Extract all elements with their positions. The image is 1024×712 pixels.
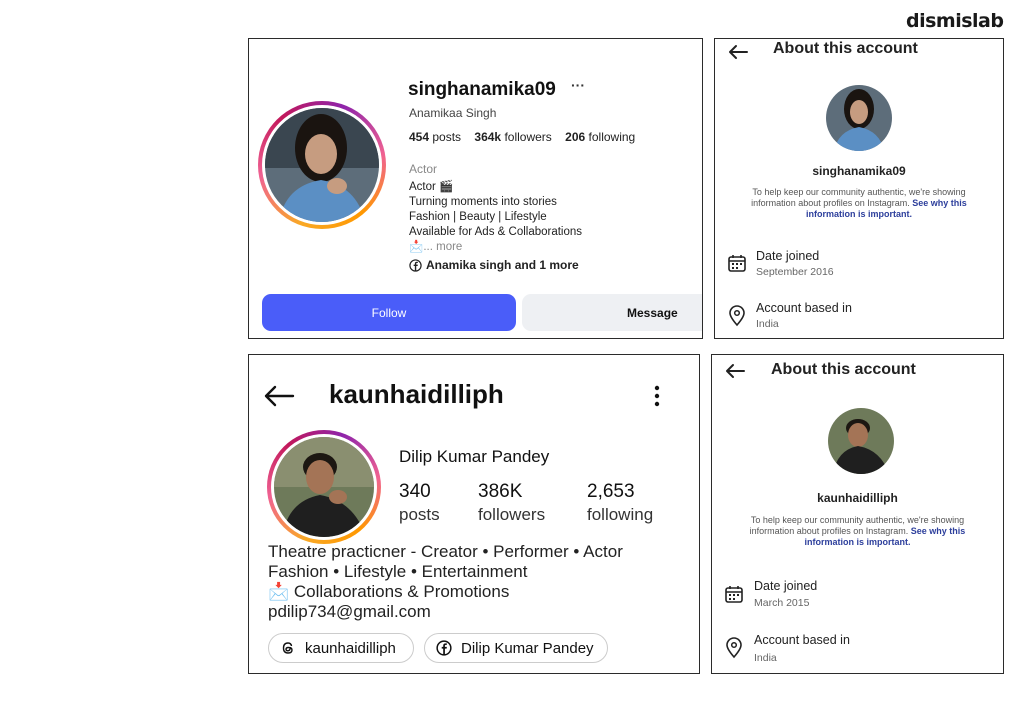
about-username: singhanamika09: [812, 164, 906, 178]
back-arrow-icon[interactable]: [727, 44, 749, 60]
threads-link-pill[interactable]: kaunhaidilliph: [268, 633, 414, 663]
location-pin-icon: [729, 305, 745, 327]
profile-avatar[interactable]: [265, 108, 379, 222]
bio-email[interactable]: pdilip734@gmail.com: [268, 602, 623, 622]
calendar-icon: [725, 586, 743, 603]
see-why-link-cont[interactable]: information is important.: [712, 537, 1003, 548]
bio-line: Fashion | Beauty | Lifestyle: [409, 211, 547, 223]
following-label[interactable]: following: [589, 130, 636, 144]
see-why-link-cont[interactable]: information is important.: [715, 209, 1003, 220]
about-account-panel-anamika: About this account singhanamika09 To hel…: [714, 38, 1004, 339]
about-account-panel-dilip: About this account kaunhaidilliph To hel…: [711, 354, 1004, 674]
bio-line: Actor 🎬: [409, 181, 454, 193]
threads-icon: [279, 639, 297, 657]
about-title: About this account: [771, 361, 916, 378]
account-based-value: India: [754, 652, 777, 664]
see-why-link[interactable]: See why this: [912, 198, 967, 208]
about-avatar: [826, 85, 892, 151]
facebook-link-pill[interactable]: Dilip Kumar Pandey: [424, 633, 608, 663]
profile-username: singhanamika09: [408, 79, 556, 100]
followers-count[interactable]: 364k: [474, 130, 501, 144]
message-button[interactable]: Message: [522, 294, 702, 331]
see-why-link[interactable]: See why this: [911, 526, 966, 536]
profile-full-name: Dilip Kumar Pandey: [399, 447, 550, 466]
posts-label: posts: [432, 130, 462, 144]
profile-full-name: Anamikaa Singh: [409, 106, 497, 120]
posts-count: 340: [399, 481, 431, 502]
back-arrow-icon[interactable]: [724, 363, 746, 379]
facebook-icon: [435, 639, 453, 657]
bio-line: Turning moments into stories: [409, 196, 557, 208]
about-avatar: [828, 408, 894, 474]
follow-button[interactable]: Follow: [262, 294, 516, 331]
mail-emoji: 📩: [409, 241, 424, 253]
linked-accounts[interactable]: Anamika singh and 1 more: [409, 258, 579, 272]
account-based-label: Account based in: [754, 633, 850, 647]
date-joined-value: March 2015: [754, 597, 810, 609]
calendar-icon: [728, 255, 746, 272]
info-line: To help keep our community authentic, we…: [752, 187, 966, 197]
profile-bio: Theatre practicner - Creator • Performer…: [268, 542, 623, 622]
info-line: information about profiles on Instagram.: [751, 198, 910, 208]
following-count[interactable]: 2,653: [587, 481, 635, 503]
more-options-icon[interactable]: ···: [571, 77, 585, 93]
bio-more-link[interactable]: ... more: [423, 241, 462, 253]
facebook-icon: [409, 258, 422, 272]
linked-accounts-label: Anamika singh and 1 more: [426, 258, 579, 272]
threads-link-label: kaunhaidilliph: [305, 639, 396, 657]
profile-avatar[interactable]: [274, 437, 374, 537]
location-pin-icon: [726, 637, 742, 659]
followers-label[interactable]: followers: [478, 505, 545, 525]
following-label[interactable]: following: [587, 505, 653, 525]
facebook-link-label: Dilip Kumar Pandey: [461, 639, 594, 657]
profile-panel-dilip: kaunhaidilliph Dilip Kumar Pandey 340 po…: [248, 354, 700, 674]
about-info-text: To help keep our community authentic, we…: [712, 515, 1003, 548]
story-ring[interactable]: [267, 430, 381, 544]
bio-line: 📩 Collaborations & Promotions: [268, 582, 510, 601]
account-based-value: India: [756, 318, 779, 330]
info-line: information about profiles on Instagram.: [749, 526, 909, 536]
back-arrow-icon[interactable]: [263, 385, 295, 407]
posts-count: 454: [409, 130, 430, 144]
bio-line: Theatre practicner - Creator • Performer…: [268, 542, 623, 561]
profile-bio: Actor 🎬 Turning moments into stories Fas…: [409, 180, 582, 255]
followers-label[interactable]: followers: [504, 130, 551, 144]
date-joined-value: September 2016: [756, 266, 834, 278]
following-count[interactable]: 206: [565, 130, 585, 144]
profile-stats: 454 posts 364k followers 206 following: [409, 130, 635, 144]
brand-logo: dismislab: [906, 10, 1004, 32]
about-info-text: To help keep our community authentic, we…: [715, 187, 1003, 220]
bio-line: Fashion • Lifestyle • Entertainment: [268, 562, 528, 581]
followers-count[interactable]: 386K: [478, 481, 522, 503]
account-based-label: Account based in: [756, 301, 852, 315]
profile-category: Actor: [409, 162, 438, 176]
profile-panel-anamika: singhanamika09 ··· Anamikaa Singh 454 po…: [248, 38, 703, 339]
about-username: kaunhaidilliph: [817, 491, 898, 505]
profile-username: kaunhaidilliph: [329, 379, 504, 409]
date-joined-label: Date joined: [754, 579, 818, 593]
about-title: About this account: [773, 40, 918, 57]
more-vertical-icon[interactable]: [653, 385, 661, 407]
story-ring[interactable]: [258, 101, 386, 229]
date-joined-label: Date joined: [756, 249, 820, 263]
info-line: To help keep our community authentic, we…: [750, 515, 965, 525]
bio-line: Available for Ads & Collaborations: [409, 226, 583, 238]
posts-label: posts: [399, 505, 440, 524]
